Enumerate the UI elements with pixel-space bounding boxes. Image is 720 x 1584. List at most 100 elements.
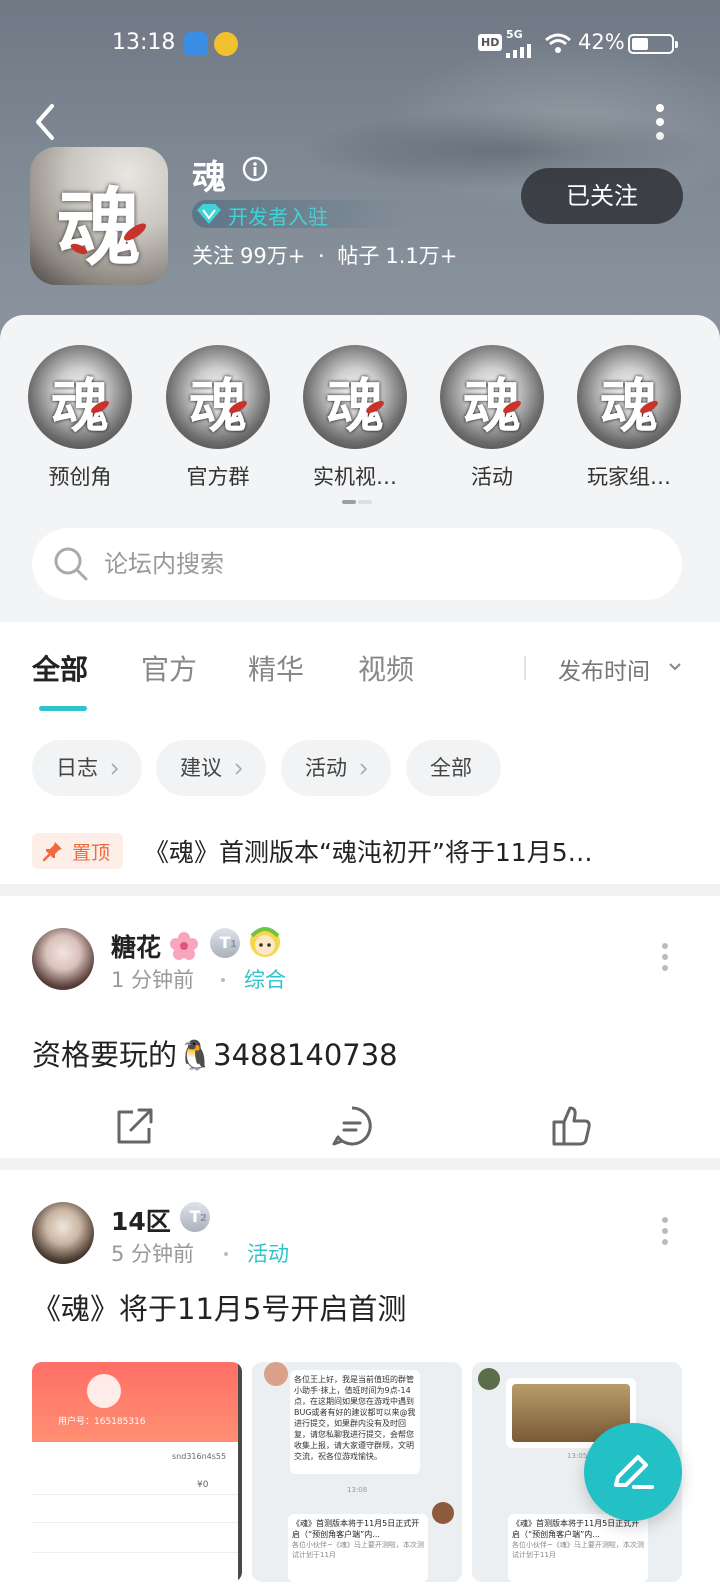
quick-link-pre-create[interactable]: 魂 预创角	[25, 345, 135, 491]
notification-app-icon	[184, 32, 208, 56]
compose-post-button[interactable]	[584, 1423, 682, 1521]
tab-official[interactable]: 官方	[141, 648, 197, 688]
notification-app-icon-2	[214, 32, 238, 56]
info-icon[interactable]	[242, 156, 268, 182]
pinned-post-title[interactable]: 《魂》首测版本“魂沌初开”将于11月5…	[144, 833, 684, 869]
post-card[interactable]: 14区 T2 5 分钟前 活动 《魂》将于11月5号开启首测 用户号：16518…	[0, 1202, 720, 1584]
quick-link-official-group[interactable]: 魂 官方群	[163, 345, 273, 491]
chevron-down-icon[interactable]	[668, 662, 682, 672]
more-vertical-icon[interactable]	[660, 1216, 670, 1246]
back-arrow-icon[interactable]	[28, 100, 64, 144]
filter-chips: 日志 建议 活动 全部	[0, 740, 720, 796]
chip-label: 日志	[56, 756, 98, 780]
stats-separator: ·	[318, 244, 325, 268]
network-type: 5G	[506, 28, 523, 41]
signal-icon	[506, 44, 531, 58]
pinned-post[interactable]: 置顶 《魂》首测版本“魂沌初开”将于11月5…	[0, 827, 720, 877]
search-input[interactable]	[104, 542, 644, 586]
game-app-icon: 魂	[30, 147, 168, 285]
divider	[524, 656, 526, 680]
feed-tabs: 全部 官方 精华 视频 发布时间	[0, 622, 720, 722]
more-vertical-icon[interactable]	[648, 102, 672, 142]
chat-card-subtitle: 各位小伙伴~《魂》马上要开测啦，本次测试计划于11月	[292, 1541, 424, 1559]
followed-button[interactable]: 已关注	[521, 168, 683, 224]
chevron-right-icon	[235, 763, 243, 775]
post-card[interactable]: 糖花 T1 1 分钟前 综合 资格要玩的🐧3488140738	[0, 927, 720, 1158]
user-avatar[interactable]	[32, 928, 94, 990]
active-tab-indicator	[39, 706, 87, 711]
carousel-indicator	[342, 500, 372, 504]
quick-link-player-group[interactable]: 魂 玩家组…	[574, 345, 684, 491]
quick-link-gameplay-video[interactable]: 魂 实机视…	[300, 345, 410, 491]
game-title: 魂	[192, 158, 226, 198]
separator-dot	[221, 978, 225, 982]
character-badge-icon	[250, 927, 280, 957]
chip-events[interactable]: 活动	[281, 740, 391, 796]
chip-label: 活动	[305, 756, 347, 780]
pinned-badge-label: 置顶	[72, 842, 111, 864]
post-title: 《魂》将于11月5号开启首测	[32, 1292, 407, 1326]
wifi-icon	[545, 33, 571, 53]
separator-dot	[224, 1252, 228, 1256]
image-row-value: ¥0	[197, 1480, 209, 1490]
search-icon	[54, 547, 88, 581]
share-icon[interactable]	[113, 1104, 157, 1148]
penguin-emoji: 🐧	[177, 1038, 214, 1072]
quick-link-avatar: 魂	[166, 345, 270, 449]
quick-link-avatar: 魂	[28, 345, 132, 449]
quick-link-events[interactable]: 魂 活动	[437, 345, 547, 491]
forum-stats: 关注 99万+ · 帖子 1.1万+	[192, 240, 463, 270]
tab-featured[interactable]: 精华	[248, 648, 304, 688]
chip-label: 建议	[180, 756, 222, 780]
user-avatar[interactable]	[32, 1202, 94, 1264]
pin-icon	[42, 842, 62, 862]
tab-video[interactable]: 视频	[358, 648, 414, 688]
chip-label: 全部	[430, 756, 472, 780]
quick-links-panel: 魂 预创角 魂 官方群 魂 实机视… 魂 活动 魂 玩家组…	[0, 315, 720, 622]
chip-all[interactable]: 全部	[406, 740, 501, 796]
section-divider	[0, 884, 720, 896]
sakura-icon	[170, 932, 198, 960]
tab-all[interactable]: 全部	[32, 648, 88, 688]
chip-suggestion[interactable]: 建议	[156, 740, 266, 796]
followers-label: 关注	[192, 244, 234, 268]
pen-icon	[614, 1455, 654, 1489]
like-icon[interactable]	[550, 1104, 594, 1148]
quick-link-avatar: 魂	[577, 345, 681, 449]
comment-icon[interactable]	[330, 1104, 374, 1148]
post-actions	[0, 1104, 720, 1164]
username[interactable]: 糖花	[111, 928, 161, 964]
quick-link-avatar: 魂	[303, 345, 407, 449]
post-image-2[interactable]: 各位王上好，我是当前值班的群管小助手·抹上，值班时间为9点-14点，在这期间如果…	[252, 1362, 462, 1582]
user-level-badge: T1	[210, 928, 240, 958]
post-image-1[interactable]: 用户号：165185316 snd316n4s55 ¥0	[32, 1362, 242, 1582]
post-text: 资格要玩的	[32, 1038, 178, 1072]
developer-badge: 开发者入驻	[192, 200, 402, 229]
quick-link-label: 玩家组…	[587, 465, 671, 489]
post-number: 3488140738	[213, 1038, 398, 1072]
chevron-right-icon	[360, 763, 368, 775]
battery-icon	[628, 34, 678, 54]
section-divider	[0, 1158, 720, 1170]
chat-card-title: 《魂》首测版本将于11月5日正式开启（“预创角客户端”内...	[292, 1519, 420, 1539]
forum-header: 13:18 HD 5G 42% 魂 魂 开发者入驻 关注 99万+ · 帖子 1…	[0, 0, 720, 340]
quick-link-label: 官方群	[186, 465, 250, 489]
forum-search-bar[interactable]	[32, 528, 682, 600]
sort-dropdown[interactable]: 发布时间	[558, 652, 650, 686]
post-category[interactable]: 综合	[244, 964, 286, 994]
developer-badge-label: 开发者入驻	[228, 205, 328, 229]
status-time: 13:18	[112, 30, 176, 55]
diamond-icon	[197, 204, 221, 224]
game-icon-glyph: 魂	[56, 178, 141, 277]
post-time: 1 分钟前	[111, 968, 195, 992]
chat-message: 各位王上好，我是当前值班的群管小助手·抹上，值班时间为9点-14点，在这期间如果…	[290, 1370, 420, 1474]
quick-link-label: 活动	[471, 465, 513, 489]
post-body: 资格要玩的🐧3488140738	[32, 1032, 398, 1074]
status-bar: 13:18 HD 5G 42%	[0, 28, 720, 62]
chat-card-title: 《魂》首测版本将于11月5日正式开启（“预创角客户端”内...	[512, 1519, 640, 1539]
chip-log[interactable]: 日志	[32, 740, 142, 796]
username[interactable]: 14区	[111, 1202, 171, 1238]
user-level-badge: T2	[180, 1202, 210, 1232]
post-category[interactable]: 活动	[247, 1238, 289, 1268]
more-vertical-icon[interactable]	[660, 942, 670, 972]
